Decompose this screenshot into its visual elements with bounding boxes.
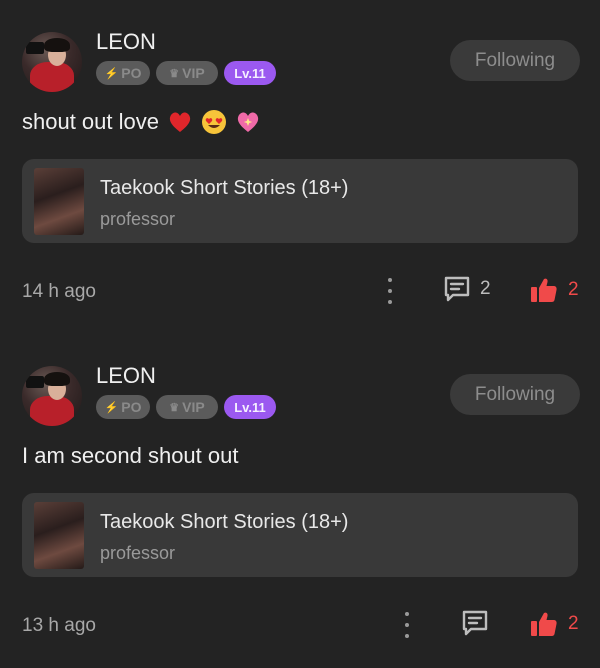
po-badge-label: PO (121, 399, 142, 415)
post-message: shout out love (22, 109, 261, 135)
username[interactable]: LEON (96, 29, 156, 55)
vip-badge-label: VIP (182, 65, 205, 81)
badge-row: ⚡ PO ♛ VIP Lv.11 (96, 395, 276, 419)
heart-eyes-emoji (201, 110, 226, 134)
more-options-icon[interactable] (383, 278, 397, 304)
level-badge: Lv.11 (224, 395, 276, 419)
story-cover-image (34, 502, 84, 569)
po-badge: ⚡ PO (96, 395, 150, 419)
comment-icon (444, 276, 470, 302)
avatar[interactable] (22, 366, 82, 426)
like-count: 2 (568, 279, 579, 300)
avatar[interactable] (22, 32, 82, 92)
thumbs-up-icon (531, 612, 557, 636)
story-author: professor (100, 209, 176, 229)
following-button[interactable]: Following (450, 374, 580, 415)
more-options-icon[interactable] (400, 612, 414, 638)
comment-icon (462, 610, 488, 636)
vip-badge: ♛ VIP (156, 61, 218, 85)
message-text: I am second shout out (22, 443, 239, 468)
badge-row: ⚡ PO ♛ VIP Lv.11 (96, 61, 276, 85)
comment-button[interactable]: 2 (442, 274, 491, 304)
vip-badge: ♛ VIP (156, 395, 218, 419)
comment-button[interactable] (460, 608, 498, 638)
comment-count: 2 (480, 278, 491, 299)
lightning-icon: ⚡ (104, 401, 119, 414)
crown-icon: ♛ (169, 67, 180, 80)
story-title: Taekook Short Stories (18+) (100, 177, 349, 199)
message-text: shout out love (22, 109, 159, 134)
like-button[interactable]: 2 (530, 610, 579, 638)
sparkling-heart-emoji (237, 112, 259, 132)
post-message: I am second shout out (22, 443, 238, 469)
level-badge: Lv.11 (224, 61, 276, 85)
red-heart-emoji (169, 112, 191, 132)
story-card[interactable]: Taekook Short Stories (18+) professor (22, 159, 578, 243)
following-button[interactable]: Following (450, 40, 580, 81)
timestamp: 13 h ago (22, 615, 96, 636)
crown-icon: ♛ (169, 401, 180, 414)
like-button[interactable]: 2 (530, 276, 579, 304)
lightning-icon: ⚡ (104, 67, 119, 80)
po-badge: ⚡ PO (96, 61, 150, 85)
timestamp: 14 h ago (22, 281, 96, 302)
story-card[interactable]: Taekook Short Stories (18+) professor (22, 493, 578, 577)
vip-badge-label: VIP (182, 399, 205, 415)
story-author: professor (100, 543, 176, 563)
po-badge-label: PO (121, 65, 142, 81)
like-count: 2 (568, 613, 579, 634)
story-title: Taekook Short Stories (18+) (100, 511, 349, 533)
post-card: LEON ⚡ PO ♛ VIP Lv.11 Following shout out … (0, 0, 600, 334)
username[interactable]: LEON (96, 363, 156, 389)
story-cover-image (34, 168, 84, 235)
thumbs-up-icon (531, 278, 557, 302)
post-card: LEON ⚡ PO ♛ VIP Lv.11 Following I am secon… (0, 334, 600, 668)
